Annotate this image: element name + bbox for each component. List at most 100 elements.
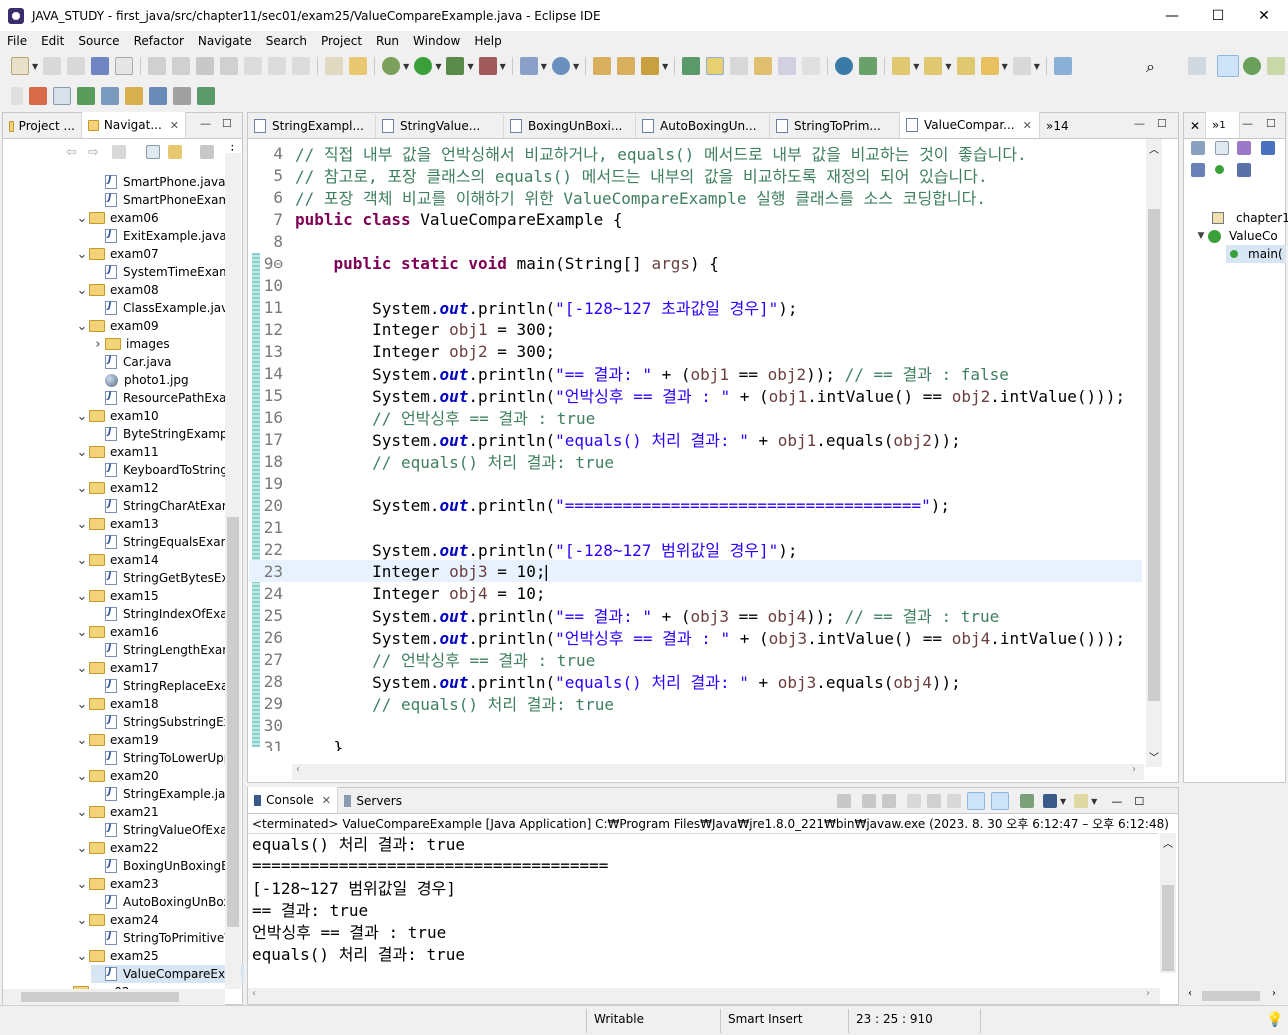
- tree-file[interactable]: StringSubstringExa: [91, 713, 238, 731]
- code-text[interactable]: public class ValueCompareExample {: [295, 210, 623, 229]
- open-perspective-icon[interactable]: [1053, 57, 1072, 75]
- collapse-all-icon[interactable]: [146, 145, 160, 159]
- code-line[interactable]: 23 Integer obj3 = 10;|: [249, 560, 1142, 582]
- word-wrap-icon[interactable]: [349, 57, 368, 75]
- globe-icon[interactable]: [835, 57, 854, 75]
- word-wrap-console-icon[interactable]: [947, 794, 961, 808]
- tree-folder[interactable]: ⌄ exam10: [75, 407, 159, 425]
- new-java-project-icon[interactable]: [519, 57, 538, 75]
- tree-folder[interactable]: ⌄ exam25: [75, 947, 159, 965]
- tree-file[interactable]: StringEqualsExamp: [91, 533, 240, 551]
- search-icon[interactable]: ⌕: [1146, 57, 1155, 77]
- chevron-down-icon[interactable]: ▼: [1194, 231, 1208, 241]
- code-text[interactable]: System.out.println("====================…: [295, 496, 950, 515]
- explorer-hscroll-thumb[interactable]: [21, 992, 179, 1002]
- code-line[interactable]: 22 System.out.println("[-128~127 범위값일 경우…: [249, 537, 1142, 561]
- code-text[interactable]: System.out.println("언박싱후 == 결과 : " + (ob…: [295, 625, 1125, 649]
- tree-folder[interactable]: ⌄ exam17: [75, 659, 159, 677]
- tree-folder[interactable]: ⌄ exam08: [75, 281, 159, 299]
- tree-file[interactable]: StringReplaceExam: [91, 677, 240, 695]
- code-line[interactable]: 16 // 언박싱후 == 결과 : true: [249, 405, 1142, 429]
- server-icon[interactable]: [29, 87, 47, 105]
- chevron-down-icon[interactable]: ⌄: [75, 697, 89, 712]
- outline-hscrollbar[interactable]: ‹ ›: [1184, 988, 1284, 1004]
- chevron-right-icon[interactable]: ›: [91, 337, 105, 352]
- save-all-icon[interactable]: [67, 57, 86, 75]
- chevron-down-icon[interactable]: ⌄: [75, 283, 89, 298]
- menu-navigate[interactable]: Navigate: [191, 34, 259, 48]
- code-line[interactable]: 17 System.out.println("equals() 처리 결과: "…: [249, 427, 1142, 451]
- skip-breakpoints-icon[interactable]: [115, 57, 134, 75]
- remove-all-icon[interactable]: [882, 794, 896, 808]
- open-perspective-button[interactable]: [1188, 57, 1206, 75]
- code-text[interactable]: // 언박싱후 == 결과 : true: [295, 405, 595, 429]
- maximize-button[interactable]: ☐: [1195, 0, 1241, 31]
- chevron-down-icon[interactable]: ⌄: [75, 589, 89, 604]
- tree-file[interactable]: ClassExample.java: [91, 299, 236, 317]
- code-text[interactable]: System.out.println("== 결과: " + (obj1 == …: [295, 361, 1009, 385]
- tree-file[interactable]: AutoBoxingUnBox: [91, 893, 230, 911]
- chevron-down-icon[interactable]: ⌄: [75, 319, 89, 334]
- code-text[interactable]: Integer obj2 = 300;: [295, 342, 555, 361]
- chevron-right-icon[interactable]: ›: [1272, 988, 1276, 999]
- new-class-icon[interactable]: [551, 57, 570, 75]
- tree-file[interactable]: ExitExample.java: [91, 227, 227, 245]
- forward-icon[interactable]: [1012, 57, 1031, 75]
- code-line[interactable]: 31 }: [249, 736, 1142, 752]
- tree-file[interactable]: StringToPrimitiveV: [91, 929, 233, 947]
- code-line[interactable]: 7 public class ValueCompareExample {: [249, 208, 1142, 230]
- tab-auto-boxing[interactable]: AutoBoxingUn...: [636, 114, 770, 138]
- last-edit-icon[interactable]: [956, 57, 975, 75]
- display-console-icon[interactable]: [1043, 794, 1057, 808]
- code-text[interactable]: // 포장 객체 비교를 이해하기 위한 ValueCompareExample…: [295, 185, 986, 209]
- chevron-down-icon[interactable]: ⌄: [75, 553, 89, 568]
- filter-icon[interactable]: [200, 145, 214, 159]
- code-text[interactable]: Integer obj3 = 10;|: [295, 562, 551, 581]
- next-annotation-icon[interactable]: [892, 57, 911, 75]
- code-line[interactable]: 10: [249, 274, 1142, 296]
- chevron-down-icon[interactable]: ⌄: [75, 481, 89, 496]
- search-tool-icon[interactable]: [641, 57, 660, 75]
- menu-source[interactable]: Source: [71, 34, 126, 48]
- tree-file[interactable]: SystemTimeExamp: [91, 263, 238, 281]
- pin-console-icon[interactable]: [1020, 794, 1034, 808]
- menu-edit[interactable]: Edit: [34, 34, 71, 48]
- scroll-lock-icon[interactable]: [927, 794, 941, 808]
- maximize-view-icon[interactable]: ☐: [222, 117, 232, 130]
- tab-boxing-unboxing[interactable]: BoxingUnBoxi...: [504, 114, 636, 138]
- chevron-down-icon[interactable]: ⌄: [75, 409, 89, 424]
- chevron-left-icon[interactable]: ‹: [296, 764, 300, 775]
- code-line[interactable]: 19: [249, 472, 1142, 494]
- code-line[interactable]: 21: [249, 516, 1142, 538]
- tree-folder[interactable]: ⌄ exam06: [75, 209, 159, 227]
- code-line[interactable]: 24 Integer obj4 = 10;: [249, 582, 1142, 604]
- tree-file[interactable]: SmartPhone.java: [91, 173, 225, 191]
- code-text[interactable]: System.out.println("[-128~127 범위값일 경우]")…: [295, 537, 798, 561]
- tree-folder[interactable]: ⌄ exam14: [75, 551, 159, 569]
- close-icon[interactable]: ✕: [1023, 119, 1032, 132]
- chevron-up-icon[interactable]: ︿: [1163, 835, 1173, 850]
- tab-console[interactable]: Console ✕: [248, 787, 338, 813]
- java-perspective-icon[interactable]: [1217, 55, 1239, 77]
- highlight-icon[interactable]: [706, 57, 725, 75]
- code-text[interactable]: Integer obj1 = 300;: [295, 320, 555, 339]
- tree-folder[interactable]: ⌄ exam12: [75, 479, 159, 497]
- code-line[interactable]: 18 // equals() 처리 결과: true: [249, 450, 1142, 473]
- code-line[interactable]: 8: [249, 230, 1142, 252]
- code-text[interactable]: }: [295, 738, 344, 752]
- code-line[interactable]: 13 Integer obj2 = 300;: [249, 340, 1142, 362]
- outline-package[interactable]: chapter1: [1212, 209, 1288, 227]
- collapse-icon[interactable]: [1215, 141, 1229, 155]
- chevron-right-icon[interactable]: ›: [1146, 988, 1150, 999]
- code-text[interactable]: System.out.println("equals() 처리 결과: " + …: [295, 427, 961, 451]
- step-over-icon[interactable]: [268, 57, 287, 75]
- maximize-outline-icon[interactable]: ☐: [1266, 117, 1276, 130]
- tree-folder[interactable]: ⌄ exam22: [75, 839, 159, 857]
- code-line[interactable]: 5 // 참고로, 포장 클래스의 equals() 메서드는 내부의 값을 비교…: [249, 164, 1142, 187]
- step-return-icon[interactable]: [292, 57, 311, 75]
- tree-folder[interactable]: ⌄ exam21: [75, 803, 159, 821]
- tree-file[interactable]: StringLengthExam: [91, 641, 234, 659]
- new-icon[interactable]: [11, 57, 29, 75]
- coverage-icon[interactable]: [446, 57, 465, 75]
- chevron-down-icon[interactable]: ⌄: [75, 805, 89, 820]
